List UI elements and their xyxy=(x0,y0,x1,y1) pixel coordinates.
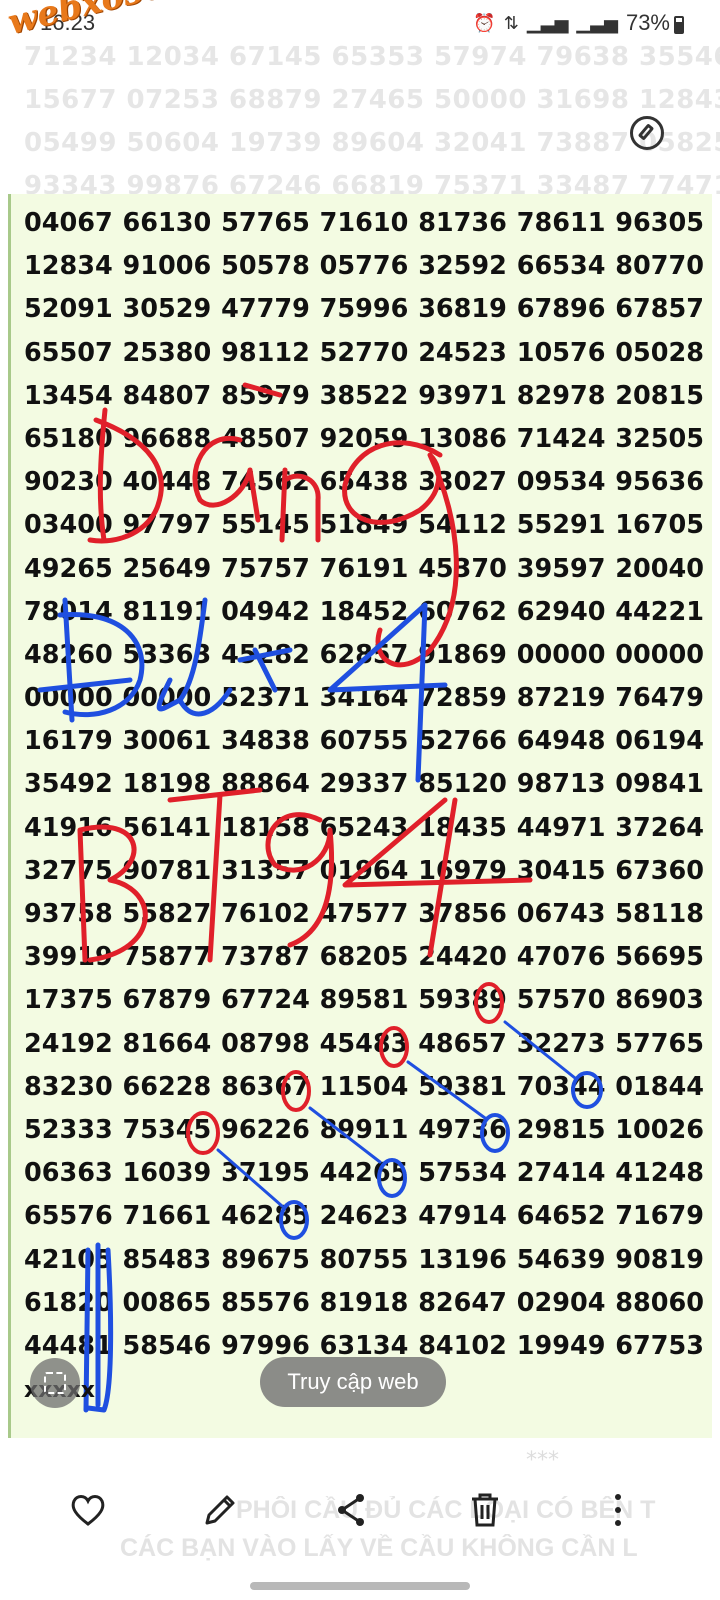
red-circle-3 xyxy=(281,1070,311,1112)
heart-icon[interactable] xyxy=(66,1488,110,1532)
red-circle-4 xyxy=(186,1111,220,1155)
blue-circle-1 xyxy=(571,1071,603,1109)
handwriting-blue-i xyxy=(237,647,293,693)
handwriting-blue-u xyxy=(156,597,233,717)
handwriting-red-accent xyxy=(242,382,283,398)
handwriting-red-n xyxy=(279,467,321,543)
handwriting-red-b xyxy=(77,824,148,963)
gallery-action-bar xyxy=(0,1460,720,1560)
handwriting-blue-d xyxy=(37,597,145,723)
navigation-handle[interactable] xyxy=(250,1582,470,1590)
red-circle-2 xyxy=(379,1026,409,1068)
handwriting-red-t xyxy=(167,787,263,963)
blue-line-3 xyxy=(308,1106,382,1164)
red-circle-1 xyxy=(474,982,504,1024)
blue-circle-3 xyxy=(377,1158,407,1198)
screenshot-capture-icon[interactable] xyxy=(30,1358,80,1408)
handwriting-red-a xyxy=(192,435,261,523)
pencil-icon[interactable] xyxy=(198,1488,242,1532)
blue-line-2 xyxy=(406,1060,487,1120)
more-icon[interactable] xyxy=(596,1488,640,1532)
trash-icon[interactable] xyxy=(463,1488,507,1532)
handwriting-blue-4 xyxy=(327,602,448,783)
handwriting-red-9 xyxy=(265,812,335,948)
blue-line-1 xyxy=(503,1020,577,1080)
blue-circle-2 xyxy=(480,1113,510,1153)
handwriting-red-d xyxy=(87,407,164,544)
blue-circle-4 xyxy=(279,1200,309,1240)
handwriting-red-g xyxy=(342,440,459,668)
visit-web-toast-button[interactable]: Truy cập web xyxy=(260,1357,446,1407)
share-icon[interactable] xyxy=(330,1488,374,1532)
handwriting-red-4 xyxy=(342,797,533,958)
blue-line-4 xyxy=(216,1148,284,1208)
